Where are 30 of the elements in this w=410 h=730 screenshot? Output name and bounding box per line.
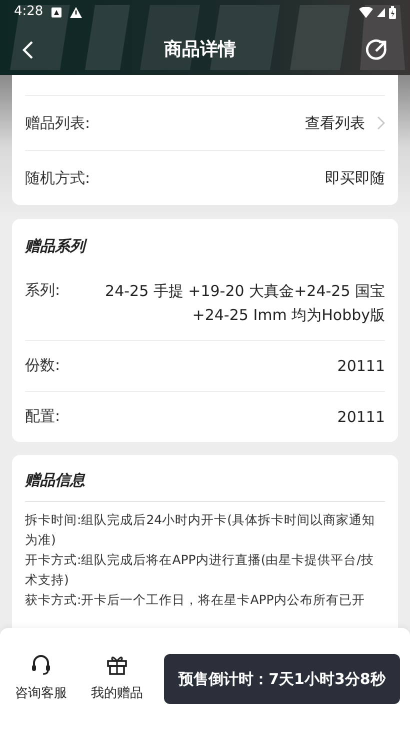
section-title: 赠品系列 bbox=[25, 235, 385, 258]
info-paragraph: 获卡方式:开卡后一个工作日，将在星卡APP内公布所有已开 bbox=[25, 591, 366, 609]
row-value: 24-25 手提 +19-20 大真金+24-25 国宝+24-25 Imm 均为Hobby版 bbox=[104, 280, 385, 326]
headset-icon bbox=[31, 654, 51, 676]
row-value: 20111 bbox=[337, 406, 385, 428]
row-label: 配置: bbox=[25, 406, 60, 426]
row-label: 系列: bbox=[25, 280, 60, 300]
row-label: 随机方式: bbox=[25, 168, 90, 189]
info-paragraph: 拆卡时间:组队完成后24小时内开卡(具体拆卡时间以商家通知为准) bbox=[25, 511, 376, 549]
status-time: 4:28 bbox=[14, 3, 44, 22]
notification-icon bbox=[51, 6, 62, 18]
info-paragraph: 开卡方式:组队完成后将在APP内进行直播(由星卡提供平台/技术支持) bbox=[25, 551, 375, 589]
view-list-link[interactable]: 查看列表 bbox=[305, 112, 385, 134]
battery-icon bbox=[389, 6, 396, 18]
warning-icon bbox=[70, 6, 82, 18]
bottom-action[interactable]: 咨询客服 bbox=[10, 654, 72, 704]
countdown-button[interactable]: 预售倒计时：7天1小时3分8秒 bbox=[164, 654, 400, 704]
page-title: 商品详情 bbox=[164, 38, 236, 62]
bottom-action[interactable]: 我的赠品 bbox=[86, 654, 148, 704]
wifi-icon bbox=[359, 6, 373, 18]
chevron-icon bbox=[377, 116, 385, 130]
gift-icon bbox=[106, 654, 128, 676]
row-label: 份数: bbox=[25, 354, 60, 376]
row-value: 即买即随 bbox=[325, 168, 385, 189]
row-value: 20111 bbox=[337, 356, 385, 376]
signal-icon bbox=[377, 8, 385, 16]
share-icon[interactable] bbox=[366, 38, 388, 60]
row-label: 赠品列表: bbox=[25, 112, 90, 134]
back-icon[interactable] bbox=[22, 40, 34, 60]
section-title: 赠品信息 bbox=[25, 468, 385, 502]
